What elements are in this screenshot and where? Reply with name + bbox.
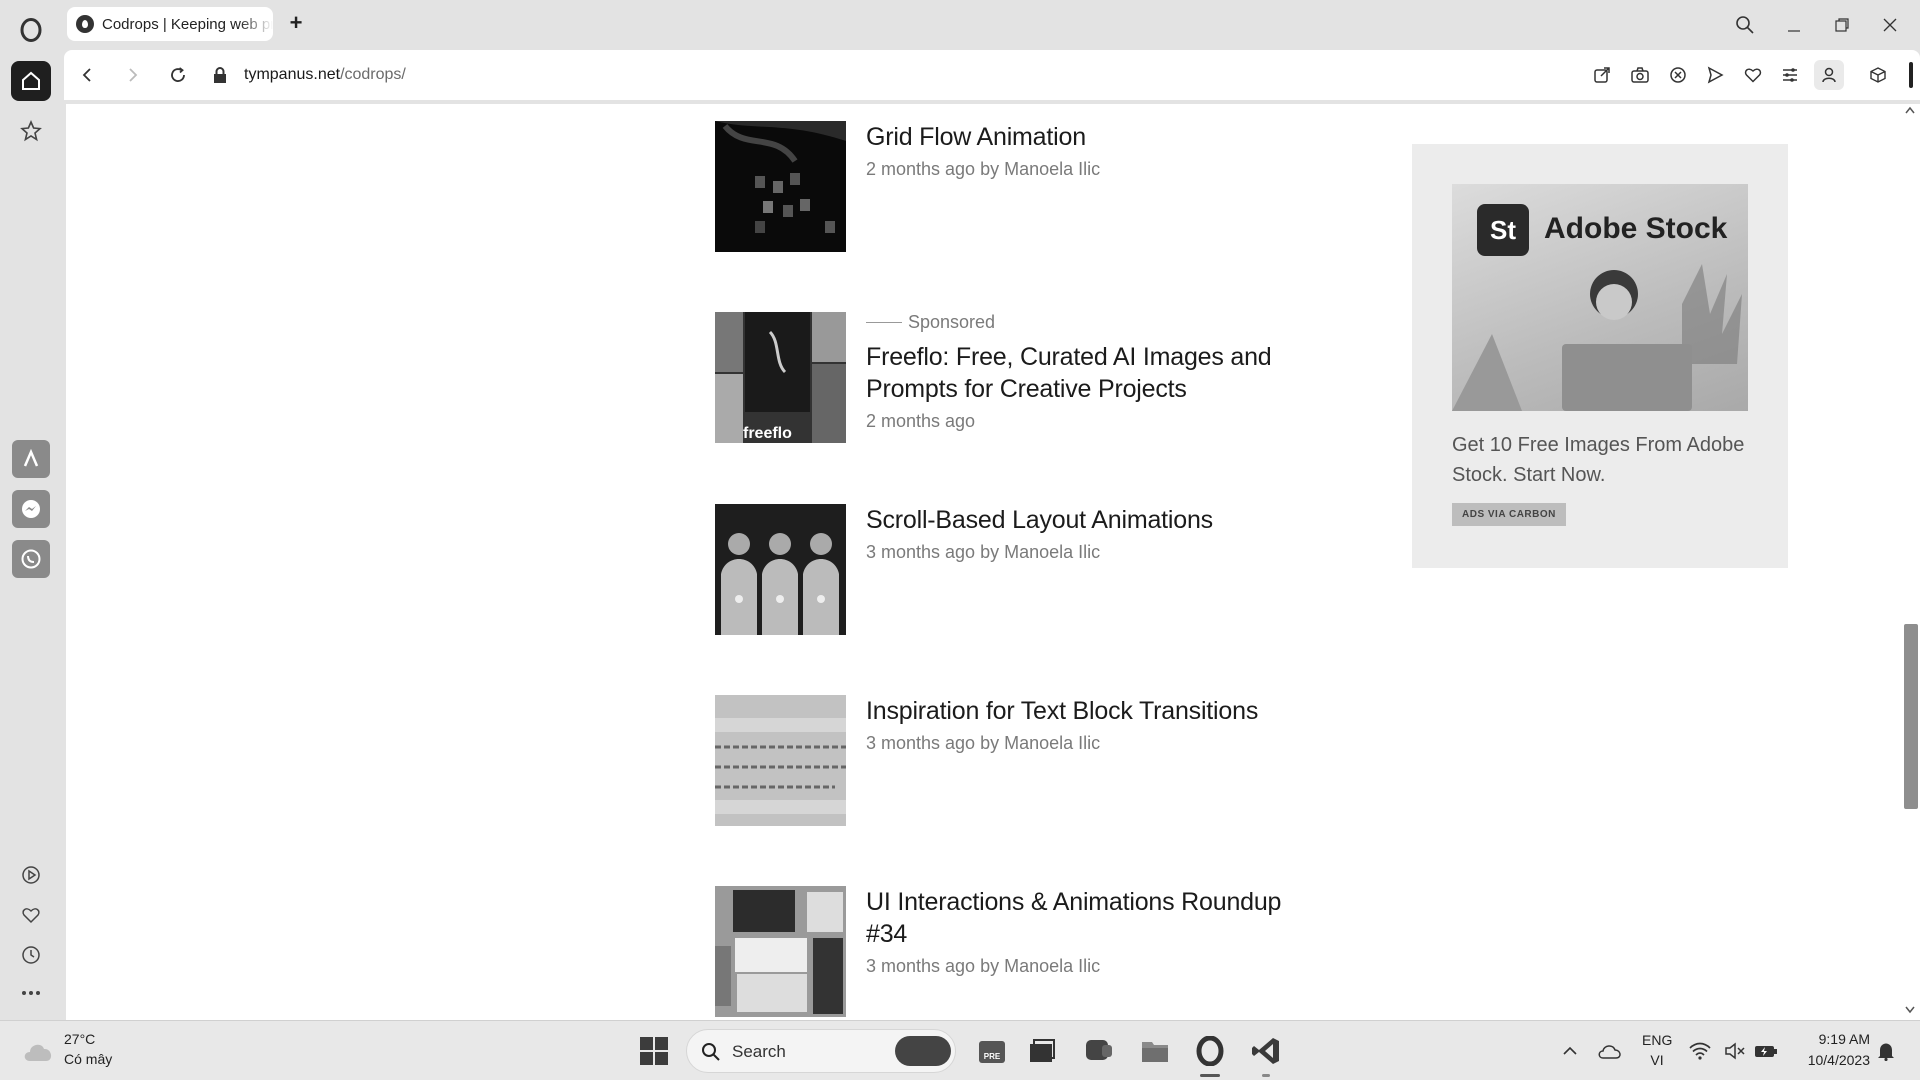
more-options-icon[interactable] [11,973,51,1013]
page-scrollbar[interactable] [1900,104,1920,1020]
history-icon[interactable] [11,935,51,975]
start-windows-icon[interactable] [636,1033,672,1069]
article-body: Sponsored Freeflo: Free, Curated AI Imag… [866,312,1326,432]
whatsapp-icon[interactable] [11,539,51,579]
page-content: Grid Flow Animation 2 months ago by Mano… [66,104,1900,1020]
sponsored-label: Sponsored [866,312,1326,333]
carbon-ad[interactable]: St Adobe Stock Get 10 Free Images From A… [1412,144,1788,568]
send-icon[interactable] [1702,62,1728,88]
show-hidden-icons-icon[interactable] [1552,1033,1588,1069]
easy-setup-icon[interactable] [1777,62,1803,88]
browser-sidebar [0,0,64,1020]
onedrive-cloud-icon[interactable] [1592,1033,1628,1069]
article-thumbnail[interactable] [715,121,846,252]
restore-icon[interactable] [1822,10,1862,40]
wifi-icon[interactable] [1686,1033,1714,1069]
article-meta: 3 months ago by Manoela Ilic [866,956,1101,976]
messenger-icon[interactable] [11,489,51,529]
article-meta: 3 months ago by Manoela Ilic [866,733,1101,753]
forward-icon[interactable] [120,62,146,88]
chat-app-icon[interactable] [1081,1033,1117,1069]
close-window-icon[interactable] [1870,10,1910,40]
weather-temp[interactable]: 27°C [64,1031,95,1047]
reload-icon[interactable] [165,62,191,88]
aria-app-icon[interactable] [11,439,51,479]
minimize-icon[interactable] [1774,10,1814,40]
back-icon[interactable] [74,62,100,88]
search-highlight-image [895,1036,951,1066]
language-top[interactable]: ENG [1642,1032,1672,1048]
article-title[interactable]: Inspiration for Text Block Transitions [866,695,1326,727]
ad-image[interactable]: St Adobe Stock [1452,184,1748,411]
bookmarks-icon[interactable] [11,111,51,151]
vscode-icon[interactable] [1248,1033,1284,1077]
lock-icon[interactable] [207,62,233,88]
task-view-icon[interactable] [1024,1033,1060,1069]
notification-bell-icon[interactable] [1872,1033,1900,1069]
article-thumbnail[interactable] [715,695,846,826]
taskbar-search[interactable]: Search [686,1029,956,1073]
article-meta: 3 months ago by Manoela Ilic [866,542,1101,562]
premiere-app-icon[interactable]: PRE [974,1033,1010,1069]
article-body: UI Interactions & Animations Roundup #34… [866,886,1326,977]
weather-desc[interactable]: Có mây [64,1051,112,1067]
search-icon [702,1043,720,1061]
clock-time[interactable]: 9:19 AM [1790,1031,1870,1047]
weather-cloud-icon[interactable] [20,1033,58,1069]
language-bottom[interactable]: VI [1642,1052,1672,1068]
scroll-up-icon[interactable] [1905,106,1915,114]
article-body: Grid Flow Animation 2 months ago by Mano… [866,121,1326,180]
article-thumbnail[interactable] [715,504,846,635]
tab-strip: Codrops | Keeping web pr + [64,0,1920,50]
search-tabs-icon[interactable] [1725,10,1765,40]
opera-browser-icon[interactable] [1192,1033,1228,1077]
my-flow-heart-icon[interactable] [11,895,51,935]
home-icon[interactable] [11,61,51,101]
article-meta: 2 months ago [866,411,976,431]
freeflo-thumb-label: freeflo [743,425,792,442]
url-host: tympanus.net [244,66,341,83]
tab-title: Codrops | Keeping web pr [102,15,273,33]
opera-menu-icon[interactable] [11,10,51,50]
tab-codrops[interactable]: Codrops | Keeping web pr [67,7,273,41]
profile-icon[interactable] [1814,60,1844,90]
codrops-favicon-icon [76,15,94,33]
adblock-icon[interactable] [1665,62,1691,88]
ads-via-carbon-badge[interactable]: ADS VIA CARBON [1452,503,1566,526]
ad-text[interactable]: Get 10 Free Images From Adobe Stock. Sta… [1452,430,1752,490]
heart-icon[interactable] [1740,62,1766,88]
address-toolbar: tympanus.net/codrops/ [64,50,1920,100]
share-icon[interactable] [1589,62,1615,88]
article-body: Scroll-Based Layout Animations 3 months … [866,504,1326,563]
url-path: /codrops/ [340,66,406,83]
article-thumbnail[interactable] [715,886,846,1017]
snapshot-camera-icon[interactable] [1627,62,1653,88]
scrollbar-thumb[interactable] [1904,624,1918,809]
article-thumbnail[interactable]: freeflo [715,312,846,443]
article-title[interactable]: UI Interactions & Animations Roundup #34 [866,886,1326,950]
file-explorer-icon[interactable] [1137,1033,1173,1069]
battery-charging-icon[interactable] [1752,1033,1780,1069]
article-body: Inspiration for Text Block Transitions 3… [866,695,1326,754]
article-title[interactable]: Scroll-Based Layout Animations [866,504,1326,536]
url-field[interactable]: tympanus.net/codrops/ [244,66,406,84]
clock-date[interactable]: 10/4/2023 [1790,1052,1870,1068]
volume-muted-icon[interactable] [1722,1033,1748,1069]
article-title[interactable]: Grid Flow Animation [866,121,1326,153]
extensions-cube-icon[interactable] [1865,62,1891,88]
player-icon[interactable] [11,855,51,895]
new-tab-plus-icon[interactable]: + [284,12,308,36]
scroll-down-icon[interactable] [1905,1006,1915,1014]
search-label: Search [732,1042,786,1061]
article-title[interactable]: Freeflo: Free, Curated AI Images and Pro… [866,341,1326,405]
article-meta: 2 months ago by Manoela Ilic [866,159,1101,179]
sidebar-toggle-icon[interactable] [1898,62,1920,88]
windows-taskbar: 27°C Có mây Search PRE ENG VI 9:19 AM 10… [0,1020,1920,1080]
svg-text:PRE: PRE [984,1052,1001,1061]
